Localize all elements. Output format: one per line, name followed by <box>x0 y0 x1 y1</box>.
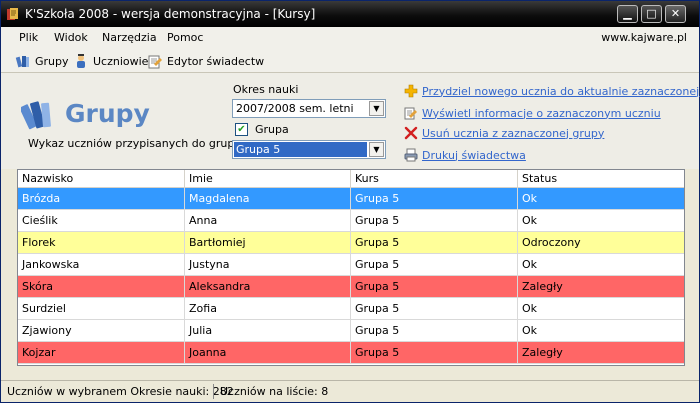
groups-label: Grupy <box>35 54 69 68</box>
column-header-kurs[interactable]: Kurs <box>351 170 518 188</box>
app-icon <box>7 8 18 20</box>
print-icon <box>404 148 418 162</box>
menu-widok[interactable]: Widok <box>54 31 88 44</box>
website-link[interactable]: www.kajware.pl <box>601 31 687 44</box>
cell-status: Ok <box>518 298 684 320</box>
period-count-status: Uczniów w wybranem Okresie nauki: 282 <box>7 385 234 398</box>
cell-kurs: Grupa 5 <box>351 188 518 210</box>
print-certificates-action[interactable]: Drukuj świadectwa <box>404 147 526 163</box>
chevron-down-icon[interactable]: ▼ <box>369 101 384 116</box>
app-window: K'Szkoła 2008 - wersja demonstracyjna - … <box>0 0 700 403</box>
page-title: Grupy <box>65 99 150 128</box>
plus-icon <box>404 84 418 98</box>
table-row[interactable]: Surdziel Zofia Grupa 5 Ok <box>18 298 684 320</box>
cell-nazwisko: Cieślik <box>18 210 185 232</box>
students-label: Uczniowie <box>93 54 149 68</box>
cell-status: Ok <box>518 210 684 232</box>
cell-nazwisko: Jankowska <box>18 254 185 276</box>
cell-kurs: Grupa 5 <box>351 298 518 320</box>
period-value: 2007/2008 sem. letni <box>236 102 354 115</box>
status-bar: Uczniów w wybranem Okresie nauki: 282 Uc… <box>1 380 699 402</box>
table-row[interactable]: Jankowska Justyna Grupa 5 Ok <box>18 254 684 276</box>
group-select[interactable]: Grupa 5 ▼ <box>232 140 386 159</box>
table-row[interactable]: Brózda Magdalena Grupa 5 Ok <box>18 188 684 210</box>
table-row[interactable]: Florek Bartłomiej Grupa 5 Odroczony <box>18 232 684 254</box>
table-row[interactable]: Kojzar Joanna Grupa 5 Zaległy <box>18 342 684 364</box>
table-row[interactable]: Cieślik Anna Grupa 5 Ok <box>18 210 684 232</box>
title-bar: K'Szkoła 2008 - wersja demonstracyjna - … <box>1 1 699 27</box>
cell-status: Ok <box>518 254 684 276</box>
student-info-label: Wyświetl informacje o zaznaczonym uczniu <box>422 106 661 120</box>
cell-status: Zaległy <box>518 342 684 364</box>
assign-student-label: Przydziel nowego ucznia do aktualnie zaz… <box>422 84 700 98</box>
cell-nazwisko: Brózda <box>18 188 185 210</box>
info-icon <box>404 107 417 120</box>
cell-imie: Joanna <box>185 342 351 364</box>
student-icon <box>77 54 85 68</box>
menu-plik[interactable]: Plik <box>19 31 38 44</box>
cell-status: Zaległy <box>518 276 684 298</box>
menu-bar: Plik Widok Narzędzia Pomoc www.kajware.p… <box>1 27 699 49</box>
student-info-action[interactable]: Wyświetl informacje o zaznaczonym uczniu <box>404 105 661 121</box>
cell-status: Odroczony <box>518 232 684 254</box>
table-header: Nazwisko Imie Kurs Status <box>18 170 684 188</box>
cell-kurs: Grupa 5 <box>351 276 518 298</box>
table-row[interactable]: Zjawiony Julia Grupa 5 Ok <box>18 320 684 342</box>
cell-imie: Zofia <box>185 298 351 320</box>
close-button[interactable]: ✕ <box>665 5 686 23</box>
cell-status: Ok <box>518 188 684 210</box>
print-certificates-label: Drukuj świadectwa <box>422 148 526 162</box>
students-button[interactable]: Uczniowie <box>73 52 148 70</box>
students-table: Nazwisko Imie Kurs Status Brózda Magdalen… <box>17 169 685 366</box>
edit-document-icon <box>148 55 162 69</box>
remove-icon <box>404 126 418 140</box>
page-subtitle: Wykaz uczniów przypisanych do grup <box>28 137 235 150</box>
group-value: Grupa 5 <box>234 142 367 157</box>
period-label: Okres nauki <box>233 83 299 96</box>
menu-narzedzia[interactable]: Narzędzia <box>102 31 157 44</box>
window-title: K'Szkoła 2008 - wersja demonstracyjna - … <box>25 7 316 21</box>
books-icon <box>15 56 29 68</box>
cell-kurs: Grupa 5 <box>351 320 518 342</box>
cell-kurs: Grupa 5 <box>351 232 518 254</box>
groups-books-icon <box>21 101 51 130</box>
period-select[interactable]: 2007/2008 sem. letni ▼ <box>232 99 386 118</box>
status-separator <box>213 384 214 399</box>
group-checkbox-label: Grupa <box>255 123 289 136</box>
certificate-editor-button[interactable]: Edytor świadectw <box>147 52 264 70</box>
column-header-imie[interactable]: Imie <box>185 170 351 188</box>
menu-pomoc[interactable]: Pomoc <box>167 31 203 44</box>
column-header-status[interactable]: Status <box>518 170 684 188</box>
column-header-nazwisko[interactable]: Nazwisko <box>18 170 185 188</box>
cell-kurs: Grupa 5 <box>351 254 518 276</box>
cell-nazwisko: Skóra <box>18 276 185 298</box>
minimize-button[interactable]: ▁ <box>617 5 638 23</box>
cell-imie: Aleksandra <box>185 276 351 298</box>
group-checkbox[interactable]: ✔ <box>235 123 248 136</box>
header-panel: Grupy Wykaz uczniów przypisanych do grup… <box>1 73 700 169</box>
cell-nazwisko: Surdziel <box>18 298 185 320</box>
toolbar: Grupy Uczniowie Edytor świadectw <box>1 49 699 73</box>
assign-student-action[interactable]: Przydziel nowego ucznia do aktualnie zaz… <box>404 83 700 99</box>
cell-kurs: Grupa 5 <box>351 210 518 232</box>
cell-imie: Julia <box>185 320 351 342</box>
chevron-down-icon[interactable]: ▼ <box>369 142 384 157</box>
cell-imie: Bartłomiej <box>185 232 351 254</box>
cell-imie: Justyna <box>185 254 351 276</box>
list-count-status: Uczniów na liście: 8 <box>220 385 329 398</box>
groups-button[interactable]: Grupy <box>15 52 69 70</box>
remove-student-action[interactable]: Usuń ucznia z zaznaczonej grupy <box>404 125 604 141</box>
cell-nazwisko: Zjawiony <box>18 320 185 342</box>
cell-imie: Anna <box>185 210 351 232</box>
cell-nazwisko: Kojzar <box>18 342 185 364</box>
cell-imie: Magdalena <box>185 188 351 210</box>
cell-status: Ok <box>518 320 684 342</box>
remove-student-label: Usuń ucznia z zaznaczonej grupy <box>422 126 605 140</box>
cell-kurs: Grupa 5 <box>351 342 518 364</box>
certificate-editor-label: Edytor świadectw <box>167 54 265 68</box>
cell-nazwisko: Florek <box>18 232 185 254</box>
maximize-button[interactable]: □ <box>641 5 662 23</box>
table-row[interactable]: Skóra Aleksandra Grupa 5 Zaległy <box>18 276 684 298</box>
